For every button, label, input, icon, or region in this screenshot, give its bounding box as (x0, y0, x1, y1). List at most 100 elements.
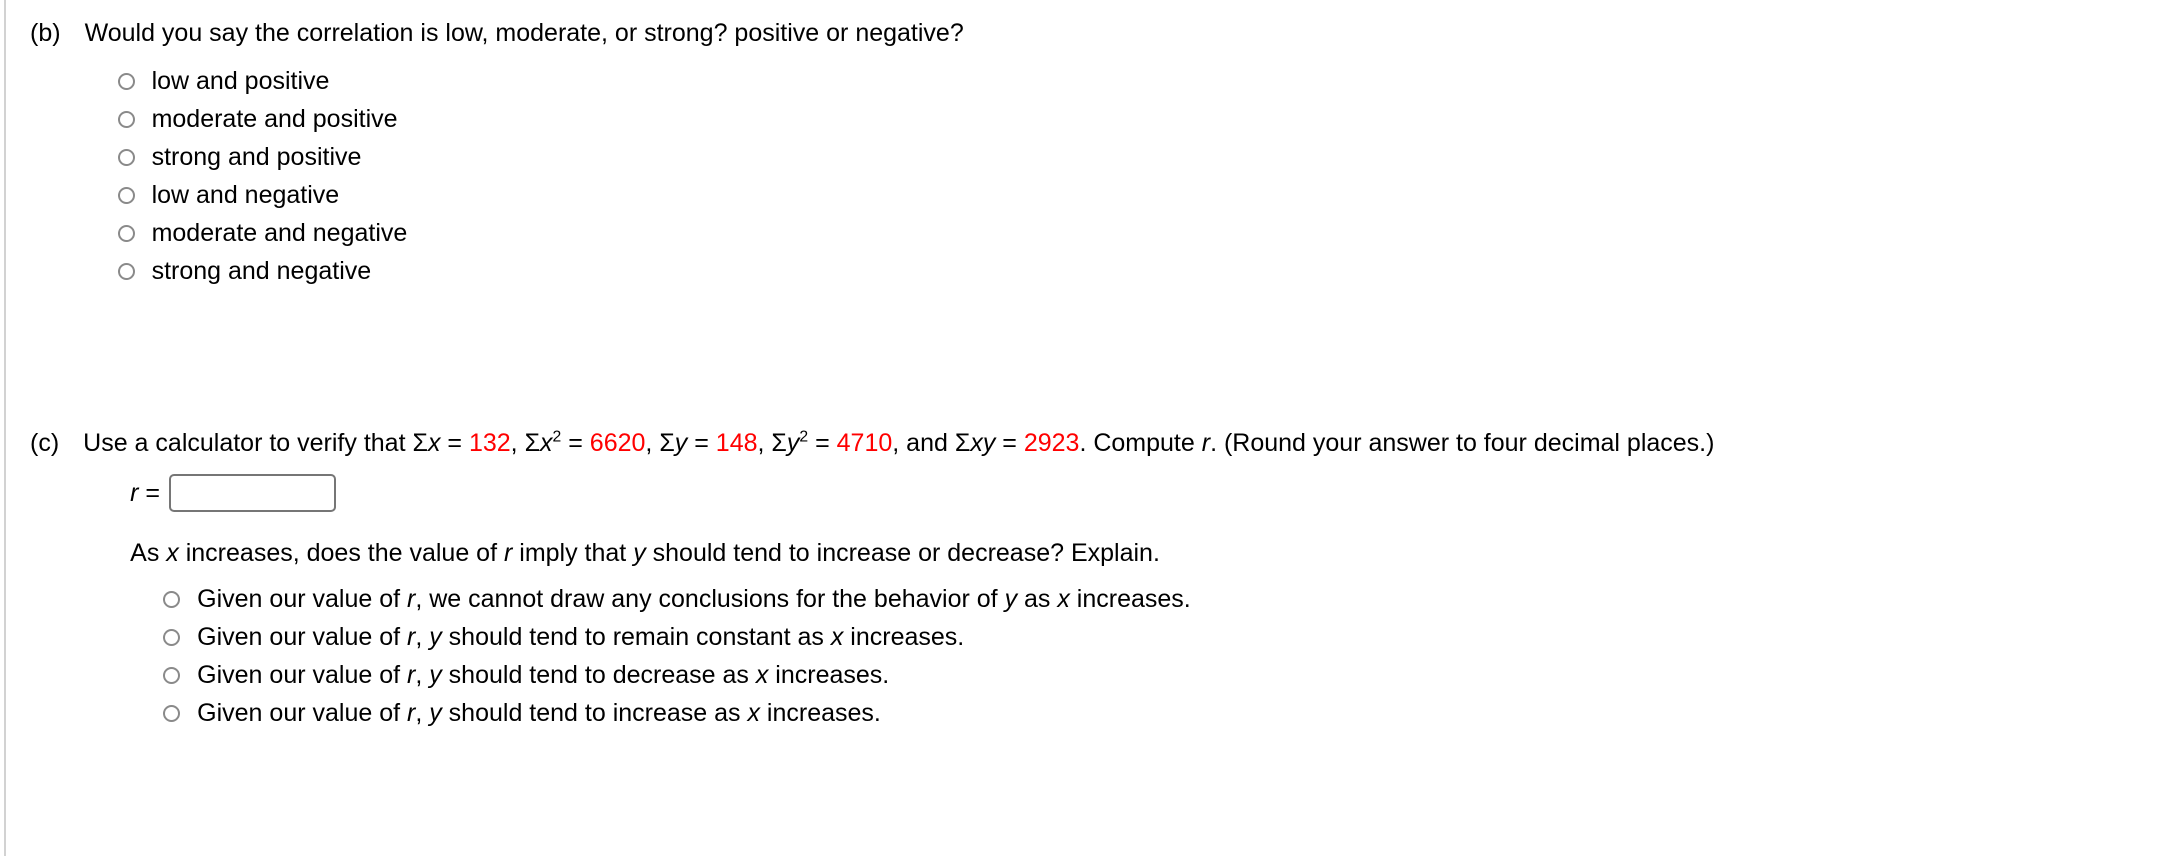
stat-sum-xy-var: xy (970, 429, 996, 457)
part-c-prompt-tail-a: Compute (1093, 429, 1202, 457)
stat-sum-y2-value: 4710 (836, 429, 893, 457)
stat-sum-xy-value: 2923 (1023, 429, 1080, 457)
answer-label-eq: = (138, 478, 161, 507)
subprompt-v3: y (633, 539, 646, 567)
stat-sum-y-var: y (674, 429, 688, 457)
question-part-b: (b) Would you say the correlation is low… (30, 18, 964, 290)
stat-sum-xy-sep: = (995, 429, 1024, 457)
option-c-3[interactable]: Given our value of r, y should tend to d… (163, 656, 1714, 694)
answer-line: r = (130, 474, 1714, 512)
part-c-prompt-lead: Use a calculator to verify that (83, 429, 413, 457)
option-b-2[interactable]: moderate and positive (117, 100, 964, 138)
option-c-2-s1: Given our value of (197, 623, 407, 651)
option-b-6-label: strong and negative (151, 257, 372, 285)
part-c-body: Use a calculator to verify that Σx = 132… (83, 428, 1714, 732)
radio-b-6[interactable] (117, 262, 135, 280)
option-c-4-s4: increases. (759, 699, 881, 727)
stat-sum-y2-sigma: Σ (771, 429, 787, 457)
radio-c-1[interactable] (163, 590, 181, 608)
stat-sum-y2-exponent: 2 (799, 428, 809, 446)
stat-sum-x2-var: x (540, 429, 553, 457)
radio-b-2[interactable] (117, 110, 135, 128)
stat-sum-x-sep: = (440, 429, 469, 457)
option-c-1-s1: Given our value of (197, 585, 407, 613)
option-c-2[interactable]: Given our value of r, y should tend to r… (163, 618, 1714, 656)
option-b-5[interactable]: moderate and negative (117, 214, 964, 252)
option-c-3-s2: , (415, 661, 430, 689)
part-c-prompt: Use a calculator to verify that Σx = 132… (83, 428, 1714, 458)
option-c-4-v3: x (747, 699, 760, 727)
option-c-3-s3: should tend to decrease as (441, 661, 756, 689)
option-c-1-v2: y (1004, 585, 1018, 613)
r-value-input[interactable] (169, 474, 337, 512)
option-b-5-label: moderate and negative (151, 219, 408, 247)
radio-b-3[interactable] (117, 148, 135, 166)
option-c-4-s2: , (415, 699, 430, 727)
stat-sum-x2: Σx2 = 6620, (525, 429, 660, 457)
stat-sum-y-value: 148 (715, 429, 758, 457)
part-b-options: low and positive moderate and positive s… (117, 62, 964, 290)
stat-sum-x2-sigma: Σ (524, 429, 541, 457)
question-content: (b) Would you say the correlation is low… (0, 0, 2168, 856)
option-b-2-label: moderate and positive (151, 105, 398, 133)
part-c-label: (c) (30, 429, 60, 457)
part-b-label: (b) (30, 19, 61, 47)
radio-c-2[interactable] (163, 628, 181, 646)
stat-sum-y2-var: y (786, 429, 800, 457)
option-c-1-label: Given our value of r, we cannot draw any… (197, 584, 1191, 614)
stat-sum-xy-trail: . (1079, 429, 1094, 457)
option-b-3-label: strong and positive (151, 143, 362, 171)
part-c-prompt-tail-var: r (1201, 429, 1211, 457)
subprompt-s1: As (130, 539, 167, 567)
stat-sum-y2: Σy2 = 4710, and (771, 429, 954, 457)
option-b-3[interactable]: strong and positive (117, 138, 964, 176)
stat-sum-x2-trail: , (645, 429, 660, 457)
option-c-2-v2: y (429, 623, 442, 651)
part-b-body: Would you say the correlation is low, mo… (85, 18, 964, 290)
stat-sum-x2-sep: = (561, 429, 590, 457)
radio-c-4[interactable] (163, 704, 181, 722)
option-c-2-label: Given our value of r, y should tend to r… (197, 622, 964, 652)
option-c-4-label: Given our value of r, y should tend to i… (197, 698, 881, 728)
option-c-1-s2: , we cannot draw any conclusions for the… (415, 585, 1005, 613)
option-c-2-v3: x (830, 623, 844, 651)
stat-sum-y2-sep: = (808, 429, 837, 457)
radio-b-4[interactable] (117, 186, 135, 204)
radio-c-3[interactable] (163, 666, 181, 684)
option-b-1[interactable]: low and positive (117, 62, 964, 100)
option-c-3-label: Given our value of r, y should tend to d… (197, 660, 889, 690)
stat-sum-x-sigma: Σ (412, 429, 428, 457)
option-c-2-s3: should tend to remain constant as (441, 623, 831, 651)
stat-sum-y-sigma: Σ (659, 429, 675, 457)
question-part-c: (c) Use a calculator to verify that Σx =… (30, 428, 1714, 732)
stat-sum-y-trail: , (757, 429, 772, 457)
stat-sum-y2-trail: , and (892, 429, 955, 457)
option-b-4[interactable]: low and negative (117, 176, 964, 214)
part-c-options: Given our value of r, we cannot draw any… (163, 580, 1714, 732)
option-c-3-s4: increases. (768, 661, 890, 689)
option-c-1[interactable]: Given our value of r, we cannot draw any… (163, 580, 1714, 618)
option-c-4-s1: Given our value of (197, 699, 407, 727)
option-c-1-s4: increases. (1069, 585, 1191, 613)
stat-sum-x2-value: 6620 (589, 429, 646, 457)
radio-b-5[interactable] (117, 224, 135, 242)
stat-sum-x2-exponent: 2 (552, 428, 562, 446)
option-b-4-label: low and negative (151, 181, 340, 209)
stat-sum-x-trail: , (510, 429, 525, 457)
part-c-subprompt: As x increases, does the value of r impl… (130, 538, 1714, 568)
stat-sum-x-var: x (427, 429, 441, 457)
radio-b-1[interactable] (117, 72, 135, 90)
option-c-4[interactable]: Given our value of r, y should tend to i… (163, 694, 1714, 732)
option-b-6[interactable]: strong and negative (117, 252, 964, 290)
stat-sum-y-sep: = (687, 429, 716, 457)
option-c-3-s1: Given our value of (197, 661, 407, 689)
answer-label: r = (130, 479, 160, 508)
option-c-4-s3: should tend to increase as (441, 699, 748, 727)
stat-sum-x: Σx = 132, (412, 429, 524, 457)
subprompt-s3: imply that (512, 539, 634, 567)
part-b-prompt: Would you say the correlation is low, mo… (84, 19, 964, 47)
subprompt-s2: increases, does the value of (178, 539, 504, 567)
option-c-3-v2: y (429, 661, 442, 689)
option-c-1-v3: x (1057, 585, 1070, 613)
option-c-2-s4: increases. (843, 623, 965, 651)
